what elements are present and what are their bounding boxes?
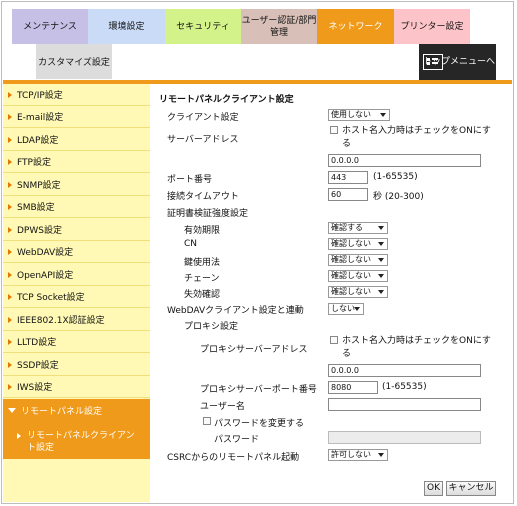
username-label: ユーザー名 [200,402,245,412]
sidebar-item-email[interactable]: E-mail設定 [3,106,150,128]
tab-customize[interactable]: カスタマイズ設定 [36,44,112,79]
sidebar: TCP/IP設定 E-mail設定 LDAP設定 FTP設定 SNMP設定 SM… [3,84,150,502]
cert-revocation-select[interactable]: 確認しない [328,286,388,298]
sidebar-item-tcpip[interactable]: TCP/IP設定 [3,84,150,106]
tab-printer[interactable]: プリンター設定 [394,9,470,44]
proxy-address-label: プロキシサーバーアドレス [200,345,308,355]
arrow-icon [8,181,12,188]
arrow-icon [8,338,12,345]
arrow-icon [8,293,12,300]
cert-chain-select[interactable]: 確認しない [328,270,388,282]
client-setting-select[interactable]: 使用しない [328,109,390,121]
sidebar-item-ssdp[interactable]: SSDP設定 [3,354,150,376]
sidebar-subitem-remote-panel-client[interactable]: リモートパネルクライアント設定 [3,423,150,459]
proxy-port-label: プロキシサーバーポート番号 [200,385,317,395]
username-input[interactable] [328,398,481,411]
sidebar-item-remote-panel[interactable]: リモートパネル設定 [3,399,150,423]
server-hostname-hint: ホスト名入力時はチェックをONにする [342,126,491,149]
cert-revocation-label: 失効確認 [184,290,221,300]
arrow-icon [8,136,12,143]
top-menu-button[interactable]: トップメニューへ [419,44,496,80]
webdav-link-label: WebDAVクライアント設定と連動 [167,306,304,316]
cert-strength-label: 証明書検証強度設定 [167,209,249,219]
arrow-icon [8,113,12,120]
csrc-launch-select[interactable]: 許可しない [328,449,388,461]
sidebar-item-iws[interactable]: IWS設定 [3,376,150,398]
arrow-icon [17,433,21,439]
ok-button[interactable]: OK [424,481,443,496]
timeout-range: 秒 (20-300) [373,192,424,202]
webdav-link-select[interactable]: しない [328,303,364,315]
cert-key-usage-select[interactable]: 確認しない [328,254,388,266]
cert-chain-label: チェーン [184,274,220,284]
change-password-label: パスワードを変更する [214,419,305,429]
port-input[interactable]: 443 [328,171,368,184]
server-hostname-checkbox[interactable] [330,126,338,134]
arrow-icon [8,361,12,368]
cert-cn-select[interactable]: 確認しない [328,238,388,250]
arrow-icon [8,226,12,233]
sidebar-item-dpws[interactable]: DPWS設定 [3,219,150,241]
tab-network[interactable]: ネットワーク [317,9,394,44]
server-address-input[interactable]: 0.0.0.0 [328,154,481,167]
arrow-icon [8,271,12,278]
sidebar-item-ftp[interactable]: FTP設定 [3,151,150,173]
proxy-settings-label: プロキシ設定 [184,322,239,332]
tab-user-auth[interactable]: ユーザー認証/部門管理 [241,9,317,44]
sidebar-item-lltd[interactable]: LLTD設定 [3,331,150,353]
top-menu-label: トップメニューへ [423,56,496,67]
arrow-icon [8,91,12,98]
cert-key-usage-label: 鍵使用法 [184,258,221,268]
arrow-icon [8,248,12,255]
tab-environment[interactable]: 環境設定 [88,9,165,44]
page-title: リモートパネルクライアント設定 [159,95,294,105]
cert-expiry-select[interactable]: 確認する [328,222,388,234]
proxy-port-input[interactable]: 8080 [328,381,378,394]
cancel-button[interactable]: キャンセル [446,481,496,496]
proxy-hostname-hint: ホスト名入力時はチェックをONにする [342,336,491,359]
password-input[interactable] [328,431,481,444]
change-password-checkbox[interactable] [203,417,211,425]
sidebar-item-snmp[interactable]: SNMP設定 [3,174,150,196]
cert-cn-label: CN [184,239,198,249]
sidebar-item-ldap[interactable]: LDAP設定 [3,129,150,151]
sidebar-item-smb[interactable]: SMB設定 [3,196,150,218]
tab-security[interactable]: セキュリティ [165,9,241,44]
password-label: パスワード [214,435,260,445]
caret-down-icon [8,408,16,413]
csrc-launch-label: CSRCからのリモートパネル起動 [167,453,300,463]
main-content: リモートパネルクライアント設定 クライアント設定 使用しない サーバーアドレス … [150,84,512,502]
sidebar-item-ieee8021x[interactable]: IEEE802.1X認証設定 [3,309,150,331]
client-setting-label: クライアント設定 [167,113,239,123]
sidebar-item-openapi[interactable]: OpenAPI設定 [3,264,150,286]
proxy-address-input[interactable]: 0.0.0.0 [328,364,481,377]
tab-maintenance[interactable]: メンテナンス [12,9,88,44]
sidebar-item-webdav[interactable]: WebDAV設定 [3,241,150,263]
proxy-port-range: (1-65535) [382,382,427,392]
arrow-icon [8,316,12,323]
cert-expiry-label: 有効期限 [184,226,221,236]
arrow-icon [8,158,12,165]
sidebar-item-tcp-socket[interactable]: TCP Socket設定 [3,286,150,308]
timeout-input[interactable]: 60 [328,188,368,201]
server-address-label: サーバーアドレス [167,135,239,145]
port-range: (1-65535) [373,172,418,182]
arrow-icon [8,203,12,210]
timeout-label: 接続タイムアウト [167,192,239,202]
port-label: ポート番号 [167,175,213,185]
proxy-hostname-checkbox[interactable] [330,336,338,344]
arrow-icon [8,383,12,390]
